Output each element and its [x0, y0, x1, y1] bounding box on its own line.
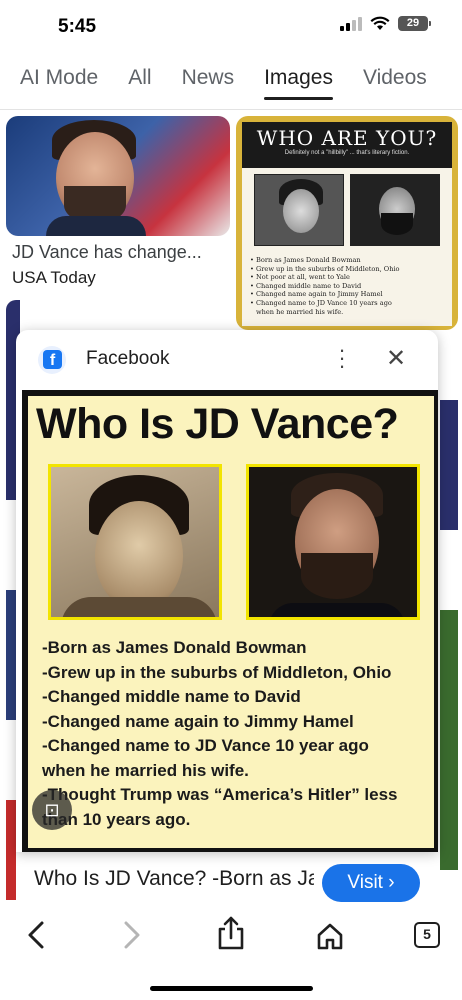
result-image-2[interactable]: WHO ARE YOU? Definitely not a "hillbilly… [236, 116, 458, 330]
close-icon[interactable]: ✕ [386, 344, 406, 373]
back-icon[interactable] [24, 920, 48, 950]
bullet-7: when he married his wife. [256, 307, 344, 316]
facebook-icon: f [38, 346, 66, 374]
preview-source-name[interactable]: Facebook [86, 348, 169, 370]
tab-videos[interactable]: Videos [363, 58, 427, 110]
search-tabs: AI Mode All News Images Videos [0, 58, 462, 110]
fact-line-5: -Changed name to JD Vance 10 year ago [42, 736, 369, 755]
fact-line-2: -Grew up in the suburbs of Middleton, Oh… [42, 662, 392, 682]
home-icon[interactable] [316, 922, 344, 950]
fact-line-1: -Born as James Donald Bowman [42, 638, 307, 657]
preview-image[interactable]: Who Is JD Vance? -Born as James Donald B… [22, 390, 438, 852]
who-is-jd-vance-poster: Who Is JD Vance? -Born as James Donald B… [28, 396, 434, 848]
share-icon[interactable] [216, 916, 246, 950]
wifi-icon [370, 16, 390, 30]
poster-bullet-list: • Born as James Donald Bowman • Grew up … [242, 252, 452, 320]
adult-photo [350, 174, 440, 246]
poster-heading: WHO ARE YOU? [256, 126, 438, 150]
clock: 5:45 [58, 16, 97, 37]
tab-all[interactable]: All [128, 58, 151, 110]
image-preview-panel: f Facebook · · · ✕ Who Is JD Vance? -Born … [16, 330, 438, 852]
tab-news[interactable]: News [182, 58, 235, 110]
home-indicator[interactable] [150, 986, 313, 991]
young-portrait [48, 464, 222, 620]
result-caption-1[interactable]: JD Vance has change... [12, 242, 202, 263]
forward-icon[interactable] [120, 920, 144, 950]
tab-ai-mode[interactable]: AI Mode [20, 58, 98, 110]
bullet-3: • Not poor at all, went to Yale [250, 273, 350, 282]
fact-line-8: than 10 years ago. [42, 809, 191, 829]
status-bar: 5:45 29 [0, 0, 462, 56]
fact-line-7: -Thought Trump was “America’s Hitler” le… [42, 785, 398, 804]
background-result-strip [440, 400, 458, 530]
background-result-strip [440, 610, 458, 870]
tab-switcher-button[interactable]: 5 [414, 922, 440, 948]
who-are-you-poster: WHO ARE YOU? Definitely not a "hillbilly… [242, 122, 452, 326]
tab-images[interactable]: Images [264, 58, 333, 110]
more-options-icon[interactable]: · · · [334, 339, 350, 377]
fact-line-3: -Changed middle name to David [42, 687, 301, 706]
background-result-strip [6, 590, 16, 720]
poster-subheading: Definitely not a "hillbilly" ... that's … [284, 150, 410, 156]
preview-header: f Facebook · · · ✕ [16, 330, 438, 388]
signal-icon [340, 16, 362, 31]
poster-title: Who Is JD Vance? [36, 400, 399, 448]
bullet-5: • Changed name again to Jimmy Hamel [250, 290, 383, 299]
adult-portrait [246, 464, 420, 620]
bullet-6: • Changed name to JD Vance 10 years ago [250, 298, 392, 307]
young-photo [254, 174, 344, 246]
battery-icon: 29 [398, 16, 431, 31]
bullet-4: • Changed middle name to David [250, 281, 362, 290]
bullet-2: • Grew up in the suburbs of Middleton, O… [250, 264, 400, 273]
result-image-1[interactable] [6, 116, 230, 236]
bullet-1: • Born as James Donald Bowman [250, 256, 361, 264]
background-result-strip [6, 800, 16, 900]
fact-line-6: when he married his wife. [42, 760, 249, 780]
poster-fact-list: -Born as James Donald Bowman -Grew up in… [42, 636, 398, 832]
result-source-1[interactable]: USA Today [12, 268, 96, 288]
fact-line-4: -Changed name again to Jimmy Hamel [42, 711, 354, 731]
google-lens-icon[interactable]: ⊡ [32, 790, 72, 830]
status-icons: 29 [340, 16, 431, 31]
visit-button[interactable]: Visit › [322, 864, 420, 902]
